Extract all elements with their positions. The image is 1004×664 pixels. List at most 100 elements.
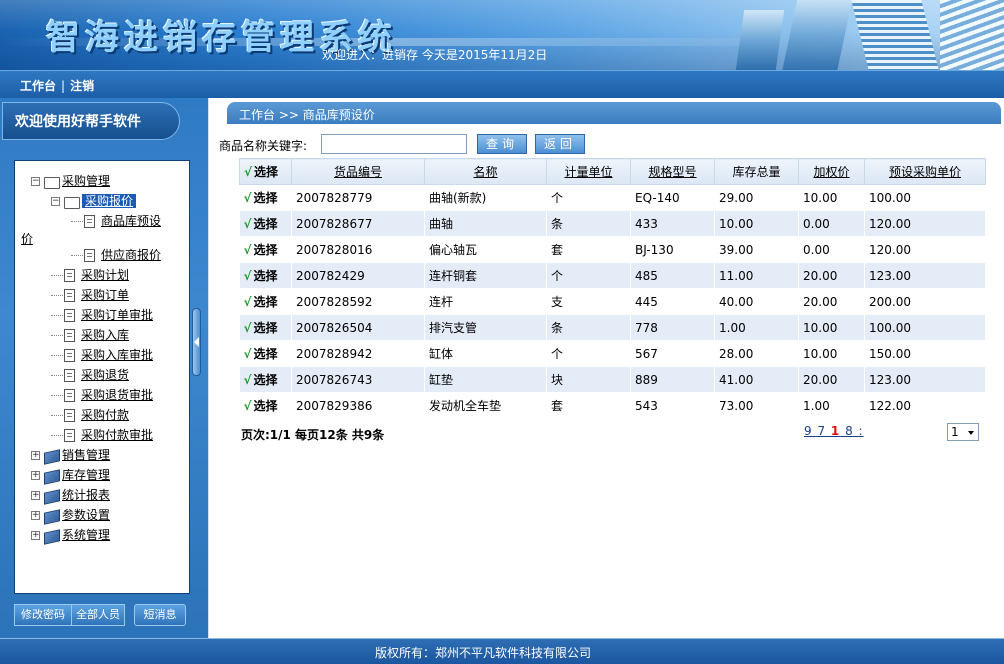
select-cell[interactable]: √ 选择 bbox=[239, 340, 292, 367]
col-header-weighted-price[interactable]: 加权价 bbox=[798, 158, 865, 185]
preset-price-cell: 100.00 bbox=[864, 184, 986, 211]
tree-label[interactable]: 参数设置 bbox=[62, 508, 110, 522]
select-cell[interactable]: √ 选择 bbox=[239, 184, 292, 211]
tree-node-purchase-return[interactable]: 采购退货 bbox=[51, 367, 129, 383]
tree-node-stat-reports[interactable]: + 统计报表 bbox=[31, 487, 110, 503]
preset-price-cell: 120.00 bbox=[864, 210, 986, 237]
code-cell: 2007826743 bbox=[291, 366, 425, 393]
stock-cell: 1.00 bbox=[714, 314, 799, 341]
weighted-price-cell: 20.00 bbox=[798, 288, 865, 315]
tree-label-selected[interactable]: 采购报价 bbox=[82, 194, 137, 208]
expand-toggle-icon[interactable]: + bbox=[31, 491, 40, 500]
select-cell[interactable]: √ 选择 bbox=[239, 236, 292, 263]
tree-label[interactable]: 采购管理 bbox=[62, 174, 110, 188]
select-cell[interactable]: √ 选择 bbox=[239, 210, 292, 237]
tree-node-purchase-in[interactable]: 采购入库 bbox=[51, 327, 129, 343]
expand-toggle-icon[interactable]: + bbox=[31, 531, 40, 540]
tree-label[interactable]: 采购付款审批 bbox=[81, 428, 153, 442]
check-icon: √ bbox=[243, 243, 252, 257]
tree-connector bbox=[51, 435, 63, 436]
document-icon bbox=[64, 369, 75, 382]
query-button[interactable]: 查询 bbox=[477, 134, 527, 154]
tree-node-purchase-in-review[interactable]: 采购入库审批 bbox=[51, 347, 153, 363]
tree-node-purchase-payment-review[interactable]: 采购付款审批 bbox=[51, 427, 153, 443]
tree-label[interactable]: 采购退货 bbox=[81, 368, 129, 382]
tree-label[interactable]: 采购计划 bbox=[81, 268, 129, 282]
preset-price-cell: 200.00 bbox=[864, 288, 986, 315]
tree-node-purchase-quote[interactable]: − 采购报价 bbox=[51, 193, 137, 209]
unit-cell: 套 bbox=[546, 392, 631, 419]
tree-label[interactable]: 价 bbox=[21, 232, 33, 246]
col-header-name[interactable]: 名称 bbox=[424, 158, 547, 185]
change-password-button[interactable]: 修改密码 bbox=[14, 604, 72, 626]
tree-node-purchase-order[interactable]: 采购订单 bbox=[51, 287, 129, 303]
spec-cell: EQ-140 bbox=[630, 184, 715, 211]
col-header-preset-price[interactable]: 预设采购单价 bbox=[864, 158, 986, 185]
tree-node-sales-mgmt[interactable]: + 销售管理 bbox=[31, 447, 110, 463]
preset-price-cell: 150.00 bbox=[864, 340, 986, 367]
search-input[interactable] bbox=[321, 134, 467, 154]
all-staff-button[interactable]: 全部人员 bbox=[71, 604, 125, 626]
tree-label[interactable]: 采购付款 bbox=[81, 408, 129, 422]
tree-label[interactable]: 采购入库审批 bbox=[81, 348, 153, 362]
tree-node-stock-preset-price[interactable]: 商品库预设 bbox=[71, 213, 161, 229]
spec-cell: 889 bbox=[630, 366, 715, 393]
tree-node-inventory-mgmt[interactable]: + 库存管理 bbox=[31, 467, 110, 483]
check-icon: √ bbox=[243, 295, 252, 309]
select-cell[interactable]: √ 选择 bbox=[239, 288, 292, 315]
collapse-toggle-icon[interactable]: − bbox=[31, 177, 40, 186]
tree-label[interactable]: 商品库预设 bbox=[101, 214, 161, 228]
code-cell: 2007828677 bbox=[291, 210, 425, 237]
tree-node-stock-preset-price-wrap[interactable]: 价 bbox=[21, 231, 33, 247]
code-cell: 200782429 bbox=[291, 262, 425, 289]
col-header-spec[interactable]: 规格型号 bbox=[630, 158, 715, 185]
expand-toggle-icon[interactable]: + bbox=[31, 511, 40, 520]
spec-cell: BJ-130 bbox=[630, 236, 715, 263]
tree-node-purchase-return-review[interactable]: 采购退货审批 bbox=[51, 387, 153, 403]
tree-node-supplier-quote[interactable]: 供应商报价 bbox=[71, 247, 161, 263]
tree-label[interactable]: 采购订单 bbox=[81, 288, 129, 302]
tree-label[interactable]: 采购订单审批 bbox=[81, 308, 153, 322]
tree-label[interactable]: 统计报表 bbox=[62, 488, 110, 502]
back-button[interactable]: 返回 bbox=[535, 134, 585, 154]
tree-connector bbox=[51, 315, 63, 316]
name-cell: 缸体 bbox=[424, 340, 547, 367]
table-row: √ 选择 2007828016 偏心轴瓦 套 BJ-130 39.00 0.00 … bbox=[239, 236, 986, 263]
tree-label[interactable]: 系统管理 bbox=[62, 528, 110, 542]
stock-cell: 10.00 bbox=[714, 210, 799, 237]
tree-node-system-mgmt[interactable]: + 系统管理 bbox=[31, 527, 110, 543]
col-header-stock: 库存总量 bbox=[714, 158, 799, 185]
col-header-select: √ 选择 bbox=[239, 158, 292, 185]
document-icon bbox=[64, 349, 75, 362]
tree-node-param-settings[interactable]: + 参数设置 bbox=[31, 507, 110, 523]
pager-link[interactable]: 8 : bbox=[840, 424, 863, 438]
sidebar-collapse-handle[interactable] bbox=[192, 308, 201, 376]
tree-label[interactable]: 库存管理 bbox=[62, 468, 110, 482]
table-row: √ 选择 2007828942 缸体 个 567 28.00 10.00 150.… bbox=[239, 340, 986, 367]
tree-node-purchase-plan[interactable]: 采购计划 bbox=[51, 267, 129, 283]
tree-node-purchase-order-review[interactable]: 采购订单审批 bbox=[51, 307, 153, 323]
unit-cell: 个 bbox=[546, 184, 631, 211]
tree-label[interactable]: 供应商报价 bbox=[101, 248, 161, 262]
tree-node-purchase-mgmt[interactable]: − 采购管理 bbox=[31, 173, 110, 189]
select-cell[interactable]: √ 选择 bbox=[239, 262, 292, 289]
name-cell: 连杆铜套 bbox=[424, 262, 547, 289]
logout-link[interactable]: 注销 bbox=[70, 79, 94, 93]
workbench-link[interactable]: 工作台 bbox=[20, 79, 56, 93]
tree-node-purchase-payment[interactable]: 采购付款 bbox=[51, 407, 129, 423]
page-select[interactable]: 1 bbox=[947, 423, 979, 441]
select-cell[interactable]: √ 选择 bbox=[239, 314, 292, 341]
col-header-unit[interactable]: 计量单位 bbox=[546, 158, 631, 185]
tree-label[interactable]: 采购入库 bbox=[81, 328, 129, 342]
col-header-code[interactable]: 货品编号 bbox=[291, 158, 425, 185]
select-cell[interactable]: √ 选择 bbox=[239, 392, 292, 419]
collapse-toggle-icon[interactable]: − bbox=[51, 197, 60, 206]
pager-link[interactable]: 9 7 bbox=[804, 424, 831, 438]
select-cell[interactable]: √ 选择 bbox=[239, 366, 292, 393]
short-message-button[interactable]: 短消息 bbox=[134, 604, 186, 626]
expand-toggle-icon[interactable]: + bbox=[31, 451, 40, 460]
tree-label[interactable]: 采购退货审批 bbox=[81, 388, 153, 402]
pager-links[interactable]: 9 7 1 8 : bbox=[804, 424, 864, 438]
expand-toggle-icon[interactable]: + bbox=[31, 471, 40, 480]
tree-label[interactable]: 销售管理 bbox=[62, 448, 110, 462]
